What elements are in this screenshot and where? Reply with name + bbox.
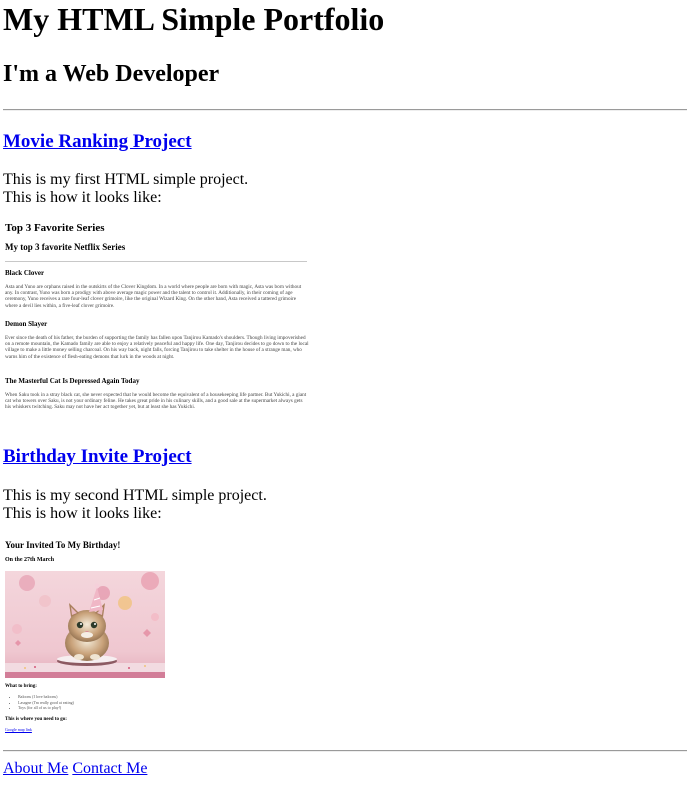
series-title: Black Clover <box>5 269 45 277</box>
series-description: Ever since the death of his father, the … <box>5 335 309 360</box>
bring-list: Baloons (I love baloons) Lasagne (I'm re… <box>12 694 74 711</box>
divider-top <box>3 109 687 111</box>
series-title: The Masterful Cat Is Depressed Again Tod… <box>5 377 140 385</box>
invite-date: On the 27th March <box>5 557 55 563</box>
page-title: My HTML Simple Portfolio <box>3 1 385 37</box>
screenshot-subheading: My top 3 favorite Netflix Series <box>5 242 126 252</box>
list-item: Toys (for all of us to play!) <box>18 705 74 711</box>
screenshot-divider <box>5 261 307 262</box>
project-2-desc-line1: This is my second HTML simple project. <box>3 487 267 504</box>
contact-me-link[interactable]: Contact Me <box>72 760 147 777</box>
location-label: This is where you need to go: <box>5 717 67 722</box>
footer-nav: About Me Contact Me <box>3 760 147 778</box>
birthday-cat-image <box>5 571 165 678</box>
series-description: When Saku took in a stray black cat, she… <box>5 392 307 411</box>
project-1-description: This is my first HTML simple project. Th… <box>3 171 248 207</box>
screenshot-heading: Top 3 Favorite Series <box>5 222 105 234</box>
invite-heading: Your Invited To My Birthday! <box>5 540 121 550</box>
divider-bottom <box>3 750 687 752</box>
about-me-link[interactable]: About Me <box>3 760 68 777</box>
movie-ranking-project-link[interactable]: Movie Ranking Project <box>3 131 192 153</box>
bring-label: What to bring: <box>5 684 37 689</box>
project-1-desc-line1: This is my first HTML simple project. <box>3 171 249 188</box>
project-2-desc-line2: This is how it looks like: <box>3 505 162 522</box>
google-map-link: Google map link <box>5 727 32 732</box>
page-subtitle: I'm a Web Developer <box>3 61 220 87</box>
series-description: Asta and Yuno are orphans raised in the … <box>5 284 302 309</box>
project-1-desc-line2: This is how it looks like: <box>3 189 162 206</box>
birthday-invite-project-link[interactable]: Birthday Invite Project <box>3 446 192 468</box>
project-2-description: This is my second HTML simple project. T… <box>3 487 267 523</box>
movie-ranking-screenshot: Top 3 Favorite Series My top 3 favorite … <box>4 220 310 425</box>
birthday-invite-screenshot: Your Invited To My Birthday! On the 27th… <box>4 538 204 738</box>
series-title: Demon Slayer <box>5 320 48 328</box>
